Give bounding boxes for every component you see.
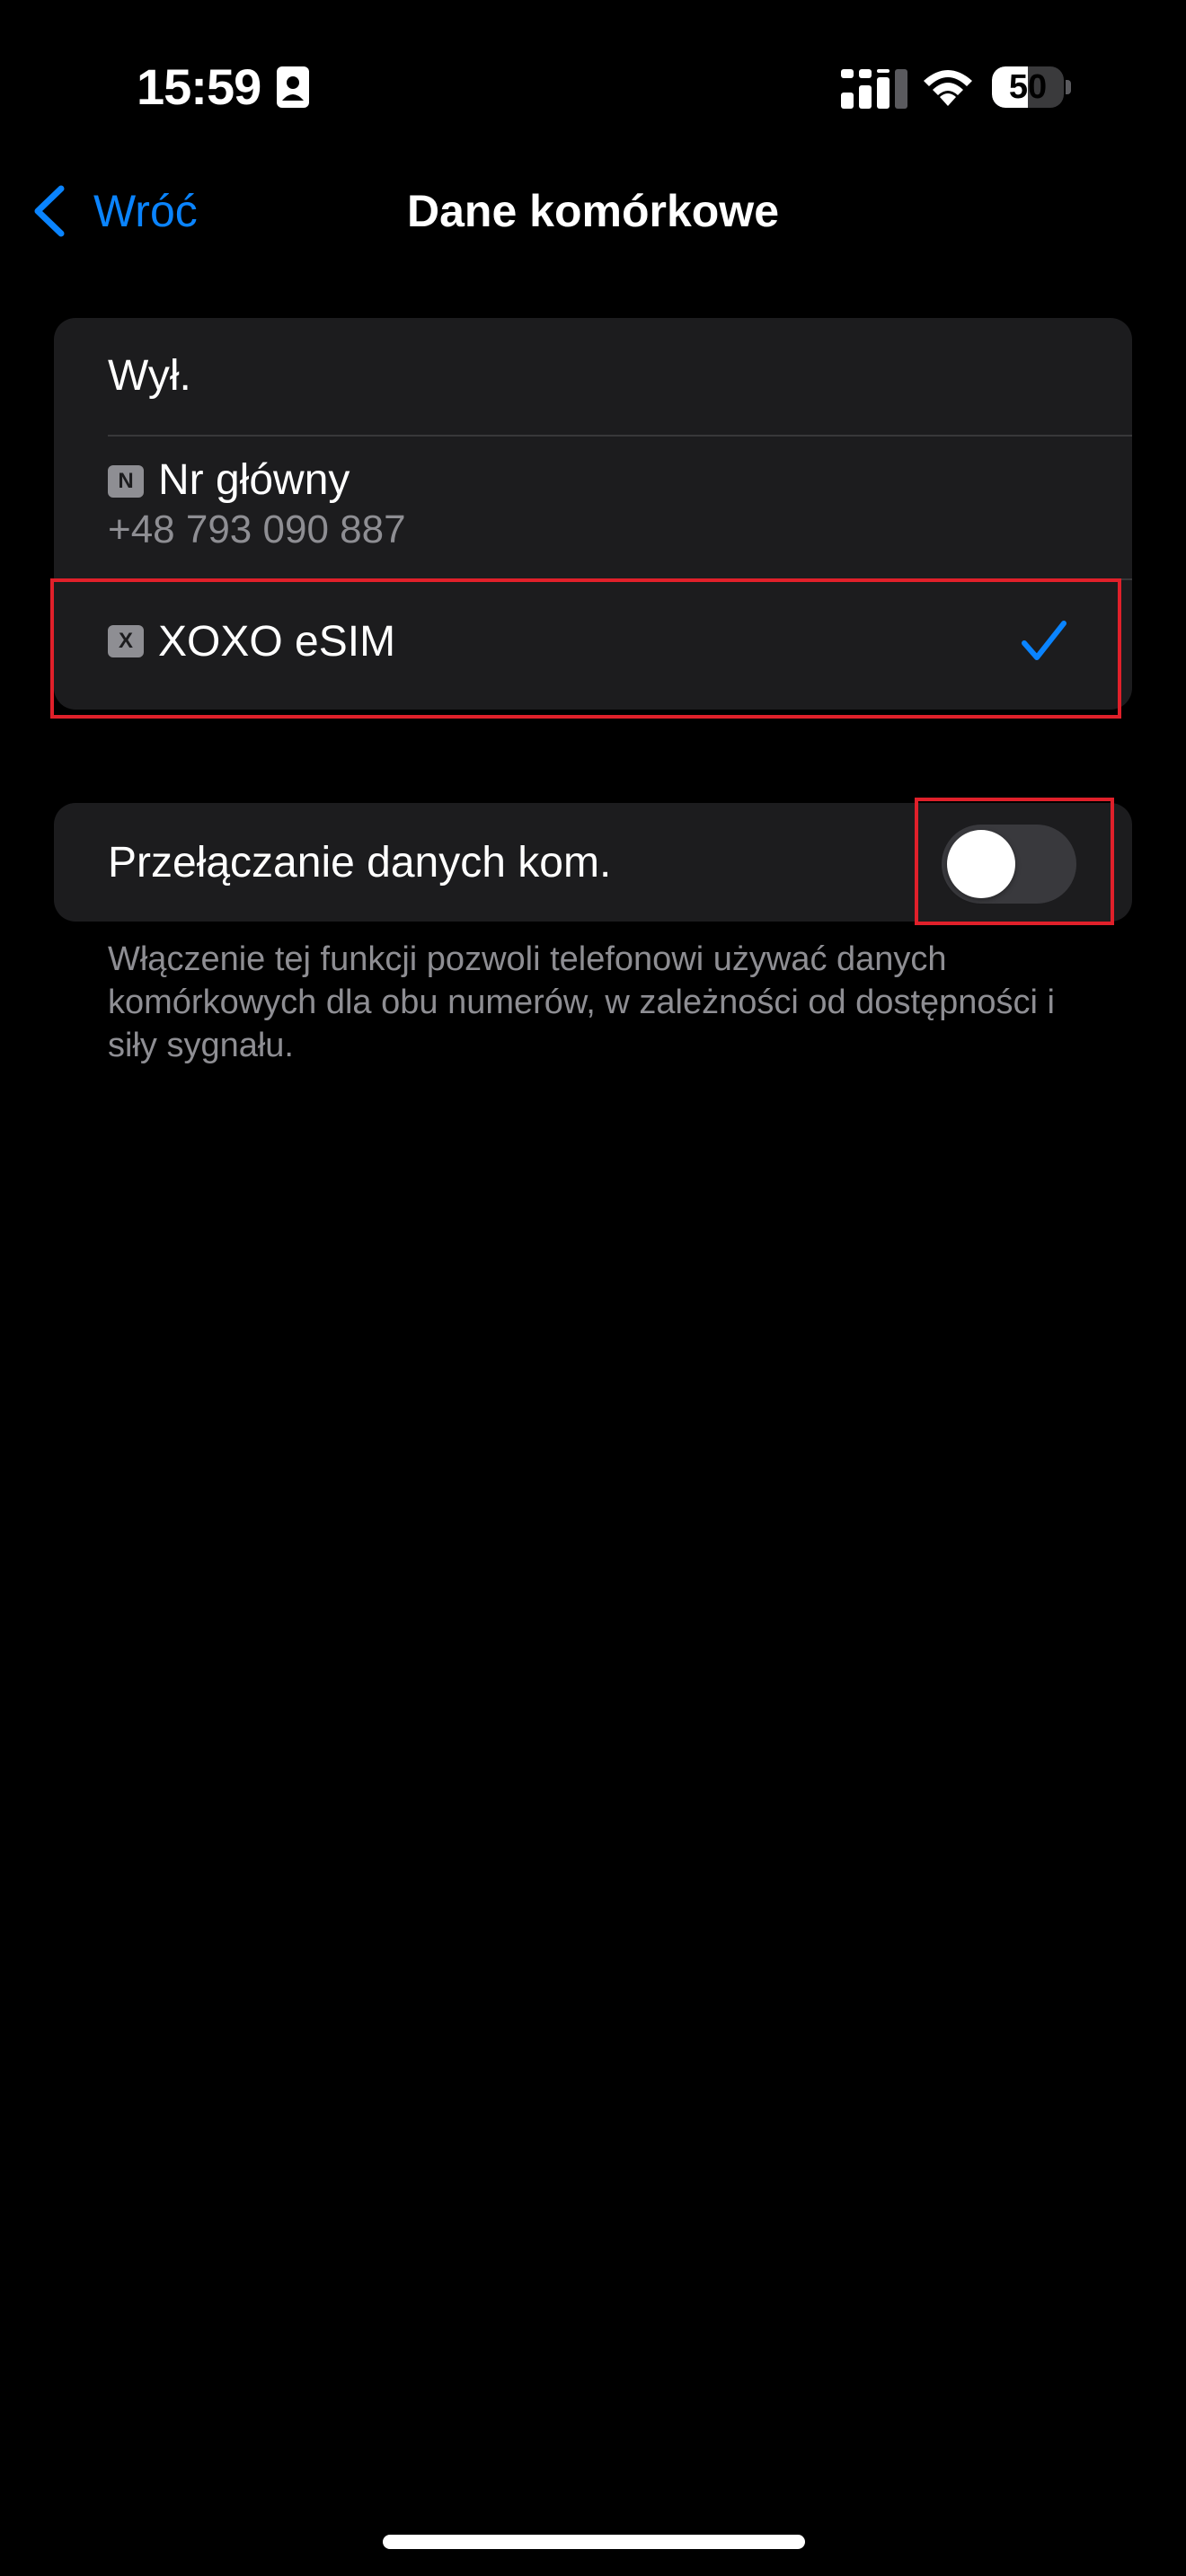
id-card-icon [277, 66, 309, 108]
data-switching-footer: Włączenie tej funkcji pozwoli telefonowi… [108, 940, 1055, 1064]
battery-body: 50 [992, 66, 1064, 108]
status-time: 15:59 [137, 58, 261, 115]
option-off-label: Wył. [108, 352, 191, 400]
battery-icon: 50 [992, 66, 1071, 108]
cellular-signal-icon [841, 69, 907, 109]
sim-badge-n-icon: N [108, 465, 144, 498]
page-title: Dane komórkowe [406, 186, 779, 236]
option-primary-line[interactable]: N Nr główny +48 793 090 887 [54, 437, 1132, 578]
highlight-toggle [915, 798, 1114, 925]
data-switching-label: Przełączanie danych kom. [108, 839, 612, 887]
battery-cap [1066, 80, 1071, 94]
home-indicator[interactable] [383, 2535, 805, 2549]
wifi-icon [924, 70, 972, 106]
option-primary-number: +48 793 090 887 [108, 507, 406, 551]
highlight-esim-option [50, 578, 1121, 719]
option-off[interactable]: Wył. [54, 318, 1132, 435]
battery-level: 50 [1008, 68, 1048, 106]
